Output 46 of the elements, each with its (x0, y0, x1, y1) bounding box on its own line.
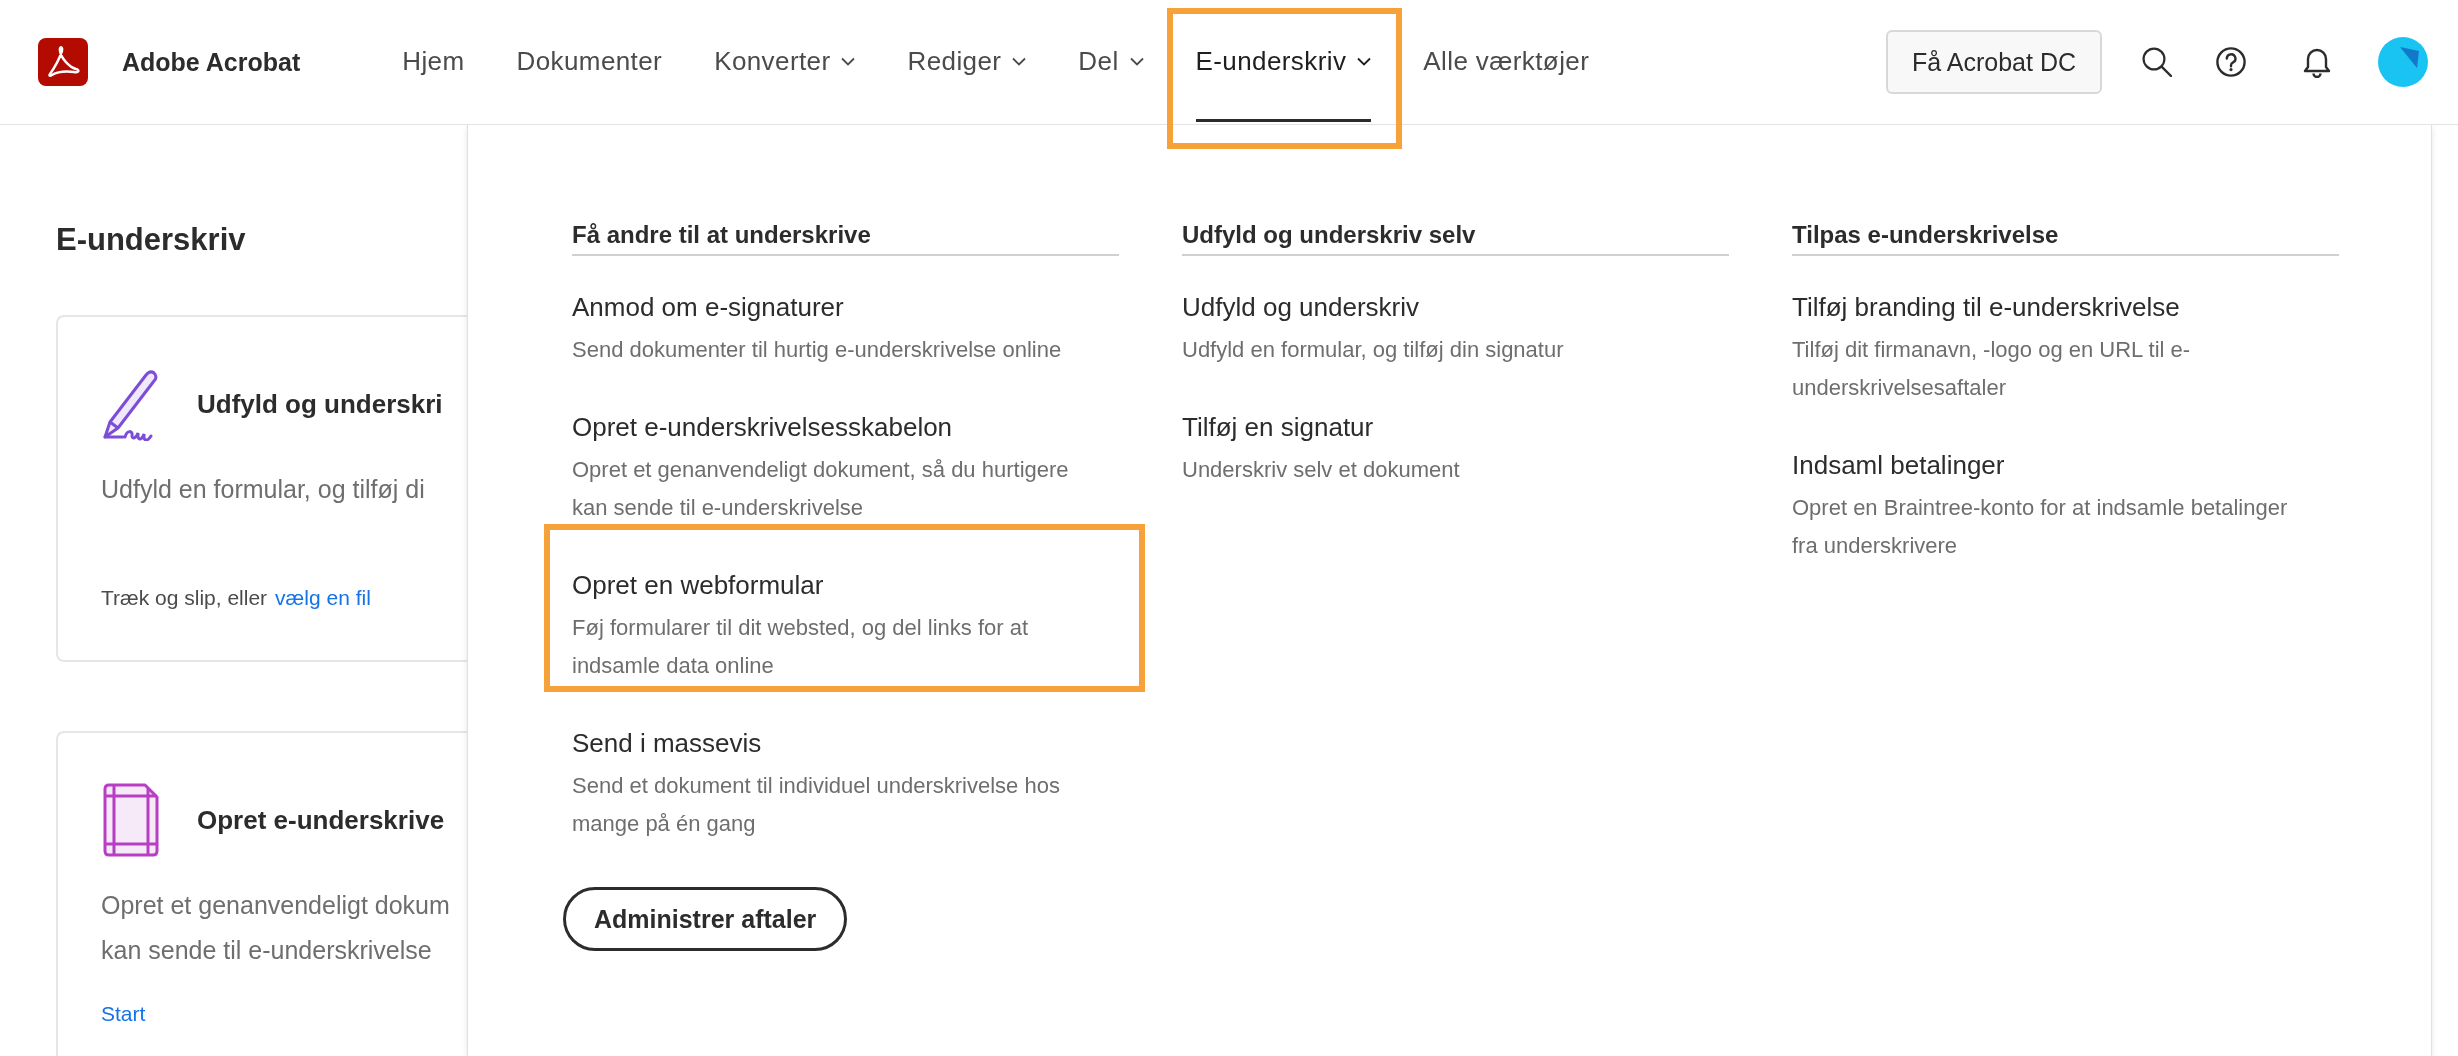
menu-item-description: Tilføj dit firmanavn, -logo og en URL til e- underskrivelsesaftaler (1792, 336, 2191, 402)
menu-link[interactable]: Send i massevis (572, 725, 762, 761)
card-description: Udfyld en formular, og tilføj di (101, 474, 426, 505)
menu-link[interactable]: Tilføj branding til e-underskrivelse (1792, 289, 2180, 325)
search-icon[interactable] (2142, 47, 2172, 77)
app-name: Adobe Acrobat (122, 47, 301, 77)
pen-icon (101, 367, 159, 441)
menu-item-description: Udfyld en formular, og tilføj din signatur (1182, 336, 1564, 364)
card-title: Udfyld og underskri (197, 388, 443, 420)
nav-link[interactable]: Konverter (714, 46, 856, 77)
menu-item-description: Føj formularer til dit websted, og del links for at indsamle data online (572, 614, 1029, 680)
manage-agreements-button[interactable]: Administrer aftaler (563, 887, 848, 951)
menu-item-description: Opret en Braintree-konto for at indsamle betalinger fra underskrivere (1792, 494, 2288, 560)
page-title: E-underskriv (56, 221, 247, 259)
nav-link[interactable]: Alle værktøjer (1423, 46, 1590, 77)
nav-link[interactable]: Rediger (907, 46, 1027, 77)
menu-item-description: Send dokumenter til hurtig e-underskrivelse online (572, 336, 1062, 364)
menu-link[interactable]: Udfyld og underskriv (1182, 289, 1419, 325)
menu-link[interactable]: Opret en webformular (572, 567, 824, 603)
tool-card[interactable]: Opret e-underskrive Opret et genanvendeligt dokum kan sende til e-underskrivelse Start (56, 731, 467, 1056)
card-title: Opret e-underskrive (197, 804, 445, 836)
card-link[interactable]: vælg en fil (275, 583, 371, 613)
menu-link[interactable]: Opret e-underskrivelsesskabelon (572, 409, 953, 445)
column-heading: Udfyld og underskriv selv (1182, 220, 1729, 256)
menu-item-description: Underskriv selv et dokument (1182, 456, 1460, 484)
nav-link[interactable]: Dokumenter (516, 46, 663, 77)
menu-link[interactable]: Anmod om e-signaturer (572, 289, 844, 325)
card-description: Opret et genanvendeligt dokum kan sende til e-underskrivelse (101, 890, 451, 966)
get-acrobat-button[interactable]: Få Acrobat DC (1886, 30, 2102, 94)
column-heading: Få andre til at underskrive (572, 220, 1119, 256)
drop-hint-text: Træk og slip, eller (101, 585, 268, 611)
menu-item-description: Opret et genanvendeligt dokument, så du hurtigere kan sende til e-underskrivelse (572, 456, 1069, 522)
menu-item-description: Send et dokument til individuel underskrivelse hos mange på én gang (572, 772, 1060, 838)
acrobat-logo-icon (38, 38, 88, 86)
menu-link[interactable]: Indsaml betalinger (1792, 447, 2005, 483)
nav-link[interactable]: Del (1078, 46, 1144, 77)
menu-link[interactable]: Tilføj en signatur (1182, 409, 1374, 445)
avatar-icon[interactable] (2378, 37, 2428, 87)
document-template-icon (101, 783, 159, 857)
nav-link[interactable]: E-underskriv (1195, 46, 1372, 77)
help-icon[interactable] (2216, 47, 2246, 77)
notification-bell-icon[interactable] (2303, 46, 2331, 78)
card-link[interactable]: Start (101, 999, 146, 1029)
tool-card[interactable]: Udfyld og underskri Udfyld en formular, og tilføj di Træk og slip, eller vælg en fil (56, 315, 467, 662)
nav-link[interactable]: Hjem (402, 46, 465, 77)
column-heading: Tilpas e-underskrivelse (1792, 220, 2339, 256)
